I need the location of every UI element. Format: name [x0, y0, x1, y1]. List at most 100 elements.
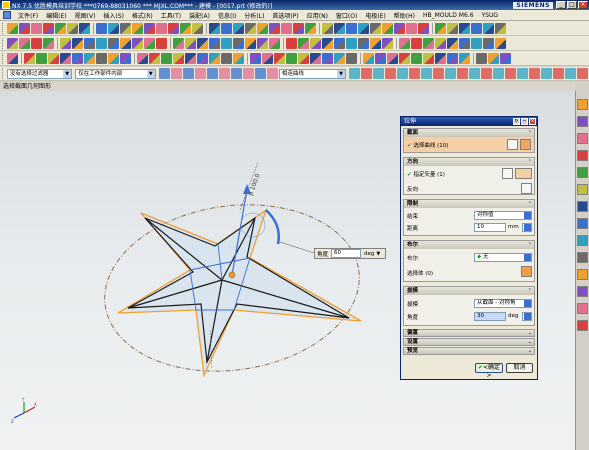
selection-tool-icon[interactable] — [541, 68, 553, 79]
tool-button-icon[interactable] — [435, 37, 446, 49]
tool-button-icon[interactable] — [132, 22, 143, 34]
tool-button-icon[interactable] — [305, 22, 316, 34]
menu-information[interactable]: 信息(I) — [214, 11, 240, 20]
tool-button-icon[interactable] — [370, 37, 381, 49]
selection-tool-icon[interactable] — [565, 68, 577, 79]
selection-tool-icon[interactable] — [481, 68, 493, 79]
tool-button-icon[interactable] — [221, 22, 232, 34]
tool-button-icon[interactable] — [286, 52, 297, 64]
tool-button-icon[interactable] — [156, 37, 167, 49]
minimize-button[interactable]: _ — [556, 1, 566, 9]
tool-button-icon[interactable] — [310, 37, 321, 49]
distance-menu-dropdown[interactable] — [522, 223, 532, 232]
tool-button-icon[interactable] — [406, 22, 417, 34]
tool-button-icon[interactable] — [209, 22, 220, 34]
tool-button-icon[interactable] — [31, 22, 42, 34]
selection-tool-icon[interactable] — [421, 68, 433, 79]
tool-button-icon[interactable] — [144, 22, 155, 34]
tool-button-icon[interactable] — [221, 37, 232, 49]
tool-button-icon[interactable] — [144, 37, 155, 49]
tool-button-icon[interactable] — [257, 22, 268, 34]
tool-button-icon[interactable] — [233, 37, 244, 49]
tool-button-icon[interactable] — [322, 52, 333, 64]
tool-button-icon[interactable] — [363, 52, 374, 64]
menu-preferences[interactable]: 首选项(P) — [268, 11, 302, 20]
tool-button-icon[interactable] — [346, 22, 357, 34]
tool-button-icon[interactable] — [423, 52, 434, 64]
tool-button-icon[interactable] — [281, 22, 292, 34]
tool-button-icon[interactable] — [298, 37, 309, 49]
tool-button-icon[interactable] — [84, 37, 95, 49]
toolbar-grip[interactable] — [2, 68, 5, 79]
group-preview-collapsed[interactable]: 预览 ⌄ — [403, 347, 535, 355]
tool-button-icon[interactable] — [310, 52, 321, 64]
tool-button-icon[interactable] — [192, 22, 203, 34]
resource-bar-tab-icon[interactable] — [577, 320, 588, 331]
vector-type-dropdown[interactable] — [515, 168, 532, 179]
tool-button-icon[interactable] — [435, 22, 446, 34]
toolbar-grip[interactable] — [2, 52, 5, 64]
selection-tool-icon[interactable] — [170, 68, 182, 79]
tool-button-icon[interactable] — [72, 37, 83, 49]
tool-button-icon[interactable] — [488, 52, 499, 64]
boolean-dropdown[interactable]: ◆ 无 — [474, 253, 532, 262]
selection-tool-icon[interactable] — [182, 68, 194, 79]
curve-icon[interactable] — [520, 139, 531, 150]
tool-button-icon[interactable] — [137, 52, 148, 64]
tool-button-icon[interactable] — [476, 52, 487, 64]
tool-button-icon[interactable] — [161, 52, 172, 64]
vector-dialog-icon[interactable] — [502, 168, 513, 179]
tool-button-icon[interactable] — [346, 52, 357, 64]
selection-scope-dropdown[interactable]: 仅在工作部件内部 ▼ — [75, 68, 156, 79]
tool-button-icon[interactable] — [31, 37, 42, 49]
tool-button-icon[interactable] — [60, 37, 71, 49]
resource-bar-tab-icon[interactable] — [577, 150, 588, 161]
draft-angle-arc[interactable] — [265, 209, 280, 245]
curve-rule-dropdown[interactable]: 相连曲线 ▼ — [278, 68, 347, 79]
tool-button-icon[interactable] — [43, 37, 54, 49]
selection-tool-icon[interactable] — [218, 68, 230, 79]
tool-button-icon[interactable] — [108, 22, 119, 34]
tool-button-icon[interactable] — [48, 52, 59, 64]
tool-button-icon[interactable] — [168, 22, 179, 34]
tool-button-icon[interactable] — [447, 52, 458, 64]
tool-button-icon[interactable] — [24, 52, 35, 64]
tool-button-icon[interactable] — [394, 22, 405, 34]
selection-tool-icon[interactable] — [361, 68, 373, 79]
selection-tool-icon[interactable] — [385, 68, 397, 79]
selection-tool-icon[interactable] — [493, 68, 505, 79]
tool-button-icon[interactable] — [197, 37, 208, 49]
draft-dropdown[interactable]: 从截面 - 对称角 — [474, 299, 532, 308]
tool-button-icon[interactable] — [495, 22, 506, 34]
tool-button-icon[interactable] — [84, 52, 95, 64]
tool-button-icon[interactable] — [387, 52, 398, 64]
tool-button-icon[interactable] — [471, 22, 482, 34]
resource-bar-tab-icon[interactable] — [577, 201, 588, 212]
tool-button-icon[interactable] — [274, 52, 285, 64]
tool-button-icon[interactable] — [495, 37, 506, 49]
tool-button-icon[interactable] — [96, 22, 107, 34]
tool-button-icon[interactable] — [500, 52, 511, 64]
tool-button-icon[interactable] — [67, 22, 78, 34]
dialog-title-bar[interactable]: 拉伸 ↻ − × — [401, 117, 537, 126]
resource-bar-tab-icon[interactable] — [577, 252, 588, 263]
selection-tool-icon[interactable] — [230, 68, 242, 79]
group-section-header[interactable]: 截面 ⌃ — [404, 129, 534, 137]
tool-button-icon[interactable] — [322, 37, 333, 49]
menu-help[interactable]: 帮助(H) — [390, 11, 419, 20]
tool-button-icon[interactable] — [471, 37, 482, 49]
selection-tool-icon[interactable] — [349, 68, 361, 79]
resource-bar-tab-icon[interactable] — [577, 235, 588, 246]
resource-bar-tab-icon[interactable] — [577, 167, 588, 178]
selection-tool-icon[interactable] — [242, 68, 254, 79]
tool-button-icon[interactable] — [459, 37, 470, 49]
resource-bar-tab-icon[interactable] — [577, 116, 588, 127]
tool-button-icon[interactable] — [459, 22, 470, 34]
tool-button-icon[interactable] — [173, 52, 184, 64]
tool-button-icon[interactable] — [483, 37, 494, 49]
tool-button-icon[interactable] — [72, 52, 83, 64]
ok-button[interactable]: ✔<确定> — [475, 363, 503, 379]
menu-electrode[interactable]: 电极(E) — [361, 11, 389, 20]
direction-origin-handle[interactable] — [228, 271, 236, 279]
close-button[interactable]: × — [578, 1, 588, 9]
